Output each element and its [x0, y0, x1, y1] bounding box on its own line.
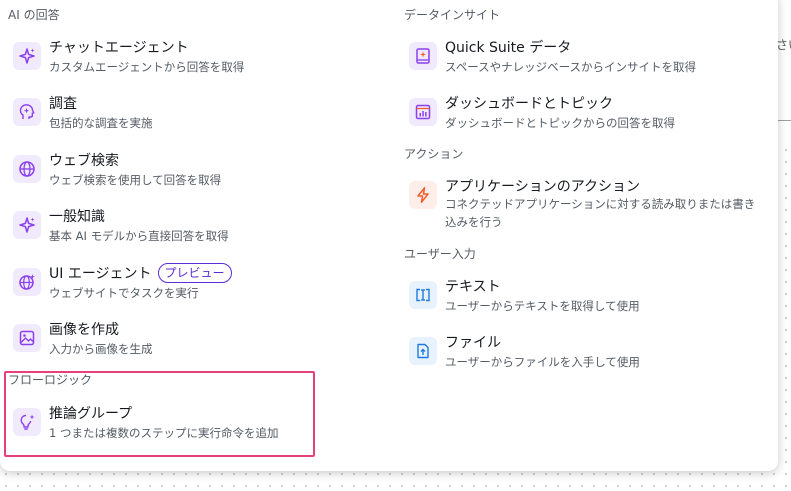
menu-item-description: コネクテッドアプリケーションに対する読み取りまたは書き込みを行う — [445, 197, 756, 229]
menu-item-dashboards-topics[interactable]: ダッシュボードとトピック ダッシュボードとトピックからの回答を取得 — [404, 92, 770, 142]
menu-item-description: 入力から画像を生成 — [49, 342, 153, 356]
menu-item-title: 調査 — [49, 96, 77, 112]
preview-badge: プレビュー — [157, 263, 232, 283]
sparkle-icon — [13, 42, 41, 70]
globe-sparkle-icon — [13, 268, 41, 296]
menu-item-research[interactable]: 調査 包括的な調査を実施 — [8, 92, 384, 142]
menu-item-title: 画像を作成 — [49, 322, 119, 338]
globe-icon — [13, 155, 41, 183]
menu-item-description: ダッシュボードとトピックからの回答を取得 — [445, 116, 675, 130]
data-book-icon — [409, 42, 437, 70]
menu-item-create-image[interactable]: 画像を作成 入力から画像を生成 — [8, 318, 384, 368]
text-cursor-icon — [409, 281, 437, 309]
menu-item-chat-agent[interactable]: チャットエージェント カスタムエージェントから回答を取得 — [8, 36, 384, 86]
menu-item-title: ダッシュボードとトピック — [445, 96, 613, 112]
menu-item-title-text: UI エージェント — [49, 266, 152, 282]
menu-item-general-knowledge[interactable]: 一般知識 基本 AI モデルから直接回答を取得 — [8, 205, 384, 255]
menu-item-description: ユーザーからファイルを入手して使用 — [445, 355, 640, 369]
section-ai-answers: AI の回答 — [8, 8, 60, 22]
menu-item-description: 基本 AI モデルから直接回答を取得 — [49, 229, 229, 243]
menu-item-title: ファイル — [445, 335, 501, 351]
menu-item-description: ウェブ検索を使用して回答を取得 — [49, 173, 222, 187]
menu-item-title: Quick Suite データ — [445, 40, 572, 56]
menu-item-title: UI エージェント プレビュー — [49, 263, 232, 283]
background-text: さい — [776, 38, 791, 52]
dashboard-icon — [409, 98, 437, 126]
add-step-menu: AI の回答 チャットエージェント カスタムエージェントから回答を取得 調査 包… — [0, 0, 778, 471]
menu-item-description: カスタムエージェントから回答を取得 — [49, 60, 245, 74]
menu-item-web-search[interactable]: ウェブ検索 ウェブ検索を使用して回答を取得 — [8, 149, 384, 199]
menu-item-file-input[interactable]: ファイル ユーザーからファイルを入手して使用 — [404, 331, 770, 381]
sparkle-icon — [13, 211, 41, 239]
menu-item-title: アプリケーションのアクション — [445, 179, 641, 195]
menu-item-title: テキスト — [445, 279, 501, 295]
reasoning-group-highlight — [4, 371, 315, 457]
menu-item-quick-suite-data[interactable]: Quick Suite データ スペースやナレッジベースからインサイトを取得 — [404, 36, 770, 86]
menu-item-title: 一般知識 — [49, 209, 105, 225]
menu-item-title: ウェブ検索 — [49, 153, 119, 169]
menu-item-title: チャットエージェント — [49, 40, 189, 56]
lightning-icon — [409, 181, 437, 209]
file-upload-icon — [409, 337, 437, 365]
menu-item-description: ウェブサイトでタスクを実行 — [49, 286, 199, 300]
menu-item-application-actions[interactable]: アプリケーションのアクション コネクテッドアプリケーションに対する読み取りまたは… — [404, 175, 770, 237]
image-icon — [13, 324, 41, 352]
menu-item-ui-agent[interactable]: UI エージェント プレビュー ウェブサイトでタスクを実行 — [8, 262, 384, 312]
menu-item-description: ユーザーからテキストを取得して使用 — [445, 299, 640, 313]
research-head-icon — [13, 98, 41, 126]
section-actions: アクション — [404, 147, 464, 161]
section-user-input: ユーザー入力 — [404, 247, 476, 261]
menu-item-description: 包括的な調査を実施 — [49, 116, 153, 130]
menu-item-description: スペースやナレッジベースからインサイトを取得 — [445, 60, 697, 74]
menu-item-text-input[interactable]: テキスト ユーザーからテキストを取得して使用 — [404, 275, 770, 325]
section-data-insights: データインサイト — [404, 8, 501, 22]
